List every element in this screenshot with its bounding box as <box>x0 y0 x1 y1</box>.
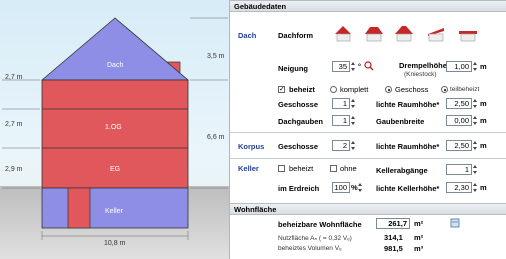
keller-beheizt-checkbox[interactable] <box>278 165 285 172</box>
height-label-eg: 2,9 m <box>5 166 23 173</box>
gaubenbreite-input[interactable]: 0,00 <box>446 115 472 126</box>
roof-walmdach-icon[interactable] <box>362 22 388 44</box>
kellerabgaenge-spinner[interactable] <box>473 164 478 175</box>
beheizt-checkbox[interactable]: ✓ <box>278 86 285 93</box>
section-header-wohnflaeche: Wohnfläche <box>230 203 506 215</box>
teilbeheizt-label: teilbeheizt <box>450 86 480 93</box>
roof-flachdach-icon[interactable] <box>456 22 482 44</box>
drempel-sub-label: (Kniestock) <box>404 71 437 78</box>
volumen-value: 981,5 <box>384 244 403 253</box>
nutzflaeche-label: Nutzfläche Aₙ ( = 0,32 Vₑ) <box>278 235 352 242</box>
divider <box>230 132 506 133</box>
calculator-icon[interactable] <box>450 218 460 228</box>
korpus-geschosse-input[interactable]: 2 <box>332 140 350 151</box>
geschoss-radio-label: Geschoss <box>395 85 429 94</box>
roof-krueppelwalm-icon[interactable] <box>392 22 418 44</box>
keller-ohne-checkbox[interactable] <box>330 165 337 172</box>
neigung-unit: ° <box>358 62 361 71</box>
building-illustration: Dach 1.OG EG Keller 2,7 m 2,7 m 2,9 m 3,… <box>0 0 230 259</box>
kellerhoehe-spinner[interactable] <box>473 182 478 193</box>
beheizbare-unit: m² <box>414 219 424 228</box>
form-panel: Gebäudedaten Dach Dachform Neigung 35 ° … <box>230 0 506 259</box>
divider <box>230 158 506 159</box>
height-label-og: 2,7 m <box>5 121 23 128</box>
kellerhoehe-label: lichte Kellerhöhe* <box>376 184 440 193</box>
keller-beheizt-label: beheizt <box>289 164 314 173</box>
kellerhoehe-input[interactable]: 2,30 <box>446 182 472 193</box>
korpus-raumhoehe-input[interactable]: 2,50 <box>446 140 472 151</box>
total-height-label: 6,6 m <box>207 134 225 141</box>
kellerabgaenge-input[interactable]: 1 <box>446 164 472 175</box>
beheizbare-label: beheizbare Wohnfläche <box>278 220 362 229</box>
erdreich-label: im Erdreich <box>278 184 320 193</box>
floor-label-og: 1.OG <box>105 124 122 131</box>
neigung-input[interactable]: 35 <box>332 61 350 72</box>
kellerabgaenge-label: Kellerabgänge <box>376 166 428 175</box>
section-header-gebaeudedaten: Gebäudedaten <box>230 0 506 12</box>
dachgauben-label: Dachgauben <box>278 117 324 126</box>
komplett-label: komplett <box>340 85 369 94</box>
dach-raumhoehe-input[interactable]: 2,50 <box>446 98 472 109</box>
dach-geschosse-input[interactable]: 1 <box>332 98 350 109</box>
dachgauben-spinner[interactable] <box>351 115 356 126</box>
dach-raumhoehe-unit: m <box>480 99 487 108</box>
dach-raumhoehe-label: lichte Raumhöhe* <box>376 100 440 109</box>
beheizt-label: beheizt <box>289 85 315 94</box>
kellerhoehe-unit: m <box>480 183 487 192</box>
volumen-unit: m³ <box>414 244 424 253</box>
dachform-label: Dachform <box>278 31 314 40</box>
korpus-geschosse-label: Geschosse <box>278 142 319 151</box>
roof-pultdach-icon[interactable] <box>424 22 450 44</box>
dach-geschosse-label: Geschosse <box>278 100 319 109</box>
width-label: 10,8 m <box>104 240 126 247</box>
floor-label-eg: EG <box>110 166 121 173</box>
nutzflaeche-unit: m² <box>414 233 424 242</box>
drempel-unit: m <box>480 62 487 71</box>
cellar-stair <box>67 187 91 229</box>
height-label-dach: 2,7 m <box>5 74 23 81</box>
zoom-icon[interactable] <box>364 61 374 71</box>
gaubenbreite-unit: m <box>480 116 487 125</box>
korpus-section-label: Korpus <box>238 142 265 151</box>
korpus-raumhoehe-spinner[interactable] <box>473 140 478 151</box>
neigung-label: Neigung <box>278 64 308 73</box>
keller-section-label: Keller <box>238 164 259 173</box>
beheizbare-value: 261,7 <box>376 218 410 229</box>
komplett-radio[interactable] <box>330 86 337 93</box>
neigung-spinner[interactable] <box>351 61 356 72</box>
erdreich-input[interactable]: 100 <box>332 182 350 193</box>
teilbeheizt-radio[interactable] <box>441 86 448 93</box>
roof-height-label: 3,5 m <box>207 53 225 60</box>
floor-label-keller: Keller <box>105 208 123 215</box>
korpus-raumhoehe-unit: m <box>480 141 487 150</box>
geschoss-radio[interactable] <box>385 86 392 93</box>
floor-label-dach: Dach <box>107 62 124 69</box>
roof-satteldach-icon[interactable] <box>332 22 358 44</box>
drempel-spinner[interactable] <box>473 61 478 72</box>
roof <box>40 17 190 81</box>
nutzflaeche-value: 314,1 <box>384 233 403 242</box>
dach-geschosse-spinner[interactable] <box>351 98 356 109</box>
volumen-label: beheiztes Volumen Vₑ <box>278 245 342 252</box>
drempel-label: Drempelhöhe <box>399 61 447 70</box>
gaubenbreite-spinner[interactable] <box>473 115 478 126</box>
drempel-input[interactable]: 1,00 <box>446 61 472 72</box>
erdreich-spinner[interactable] <box>358 182 363 193</box>
gaubenbreite-label: Gaubenbreite <box>376 117 425 126</box>
dach-raumhoehe-spinner[interactable] <box>473 98 478 109</box>
dachgauben-input[interactable]: 1 <box>332 115 350 126</box>
dach-section-label: Dach <box>238 31 257 40</box>
korpus-geschosse-spinner[interactable] <box>351 140 356 151</box>
korpus-raumhoehe-label: lichte Raumhöhe* <box>376 142 440 151</box>
keller-ohne-label: ohne <box>340 164 357 173</box>
erdreich-unit: % <box>351 183 358 192</box>
